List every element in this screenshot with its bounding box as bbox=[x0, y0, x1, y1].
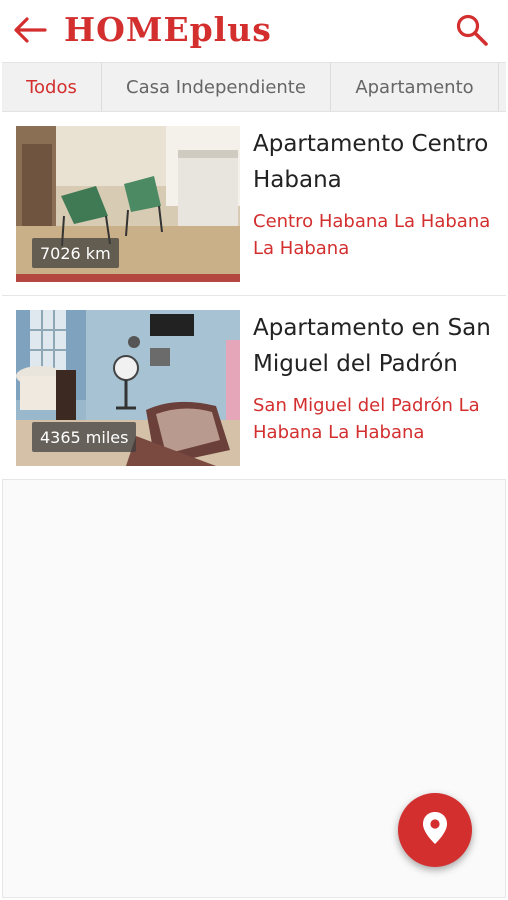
listing-location: Centro Habana La Habana La Habana bbox=[253, 211, 491, 259]
listing-list: 7026 km Apartamento Centro Habana Centro… bbox=[2, 112, 506, 480]
listing-card[interactable]: 4365 miles Apartamento en San Miguel del… bbox=[2, 296, 506, 480]
listing-photo: 7026 km bbox=[16, 126, 240, 282]
search-button[interactable] bbox=[452, 12, 492, 52]
app-title: HOMEplus bbox=[64, 10, 272, 49]
category-tabs: Todos Casa Independiente Apartamento bbox=[2, 62, 506, 112]
listing-title: Apartamento Centro Habana bbox=[253, 131, 489, 193]
app-bar: HOMEplus bbox=[2, 2, 506, 62]
listing-card[interactable]: 7026 km Apartamento Centro Habana Centro… bbox=[2, 112, 506, 296]
tab-apartamento[interactable]: Apartamento bbox=[331, 63, 499, 111]
map-location-button[interactable] bbox=[398, 793, 472, 867]
arrow-left-icon bbox=[13, 16, 47, 48]
listing-photo: 4365 miles bbox=[16, 310, 240, 466]
back-button[interactable] bbox=[10, 12, 50, 52]
distance-badge: 4365 miles bbox=[32, 422, 137, 452]
tab-casa-independiente[interactable]: Casa Independiente bbox=[102, 63, 331, 111]
tab-todos[interactable]: Todos bbox=[2, 63, 102, 111]
distance-badge: 7026 km bbox=[32, 238, 119, 268]
search-icon bbox=[455, 13, 489, 51]
location-pin-icon bbox=[422, 811, 448, 849]
listing-title: Apartamento en San Miguel del Padrón bbox=[253, 315, 491, 377]
listing-location: San Miguel del Padrón La Habana La Haban… bbox=[253, 395, 480, 443]
